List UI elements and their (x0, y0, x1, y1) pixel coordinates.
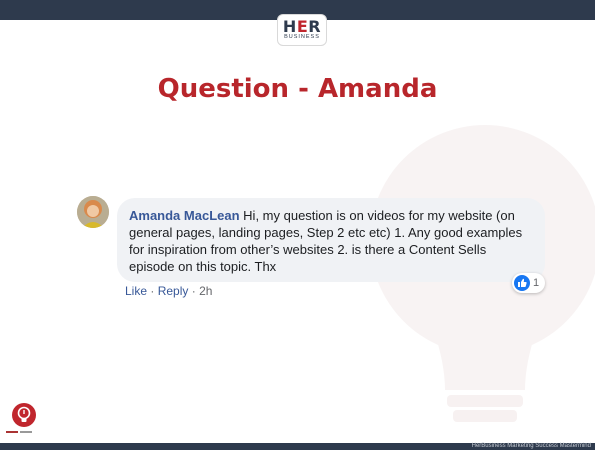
action-separator: · (191, 284, 196, 298)
lightbulb-badge-icon (12, 403, 36, 427)
thumbs-up-icon (514, 275, 530, 291)
herbusiness-logo: HER BUSINESS (277, 14, 327, 46)
bottom-bar: HerBusiness Marketing Success Mastermind (0, 443, 595, 450)
like-link[interactable]: Like (125, 284, 147, 298)
comment-timestamp[interactable]: 2h (199, 284, 212, 298)
avatar[interactable] (77, 196, 109, 228)
avatar-photo-icon (77, 196, 109, 228)
logo-wordmark: HER (282, 16, 322, 36)
footer-text: HerBusiness Marketing Success Mastermind (471, 443, 591, 449)
comment-bubble: Amanda MacLean Hi, my question is on vid… (117, 198, 545, 282)
badge-caption-marks (6, 431, 34, 436)
comment-body: Amanda MacLean Hi, my question is on vid… (129, 207, 533, 275)
slide-title: Question - Amanda (157, 74, 438, 104)
reaction-summary[interactable]: 1 (512, 273, 546, 293)
action-separator: · (150, 284, 155, 298)
comment-author-link[interactable]: Amanda MacLean (129, 208, 240, 223)
logo-subtitle: BUSINESS (284, 33, 320, 40)
comment-actions: Like · Reply · 2h (125, 284, 212, 298)
reply-link[interactable]: Reply (158, 284, 189, 298)
reaction-count: 1 (533, 277, 540, 289)
